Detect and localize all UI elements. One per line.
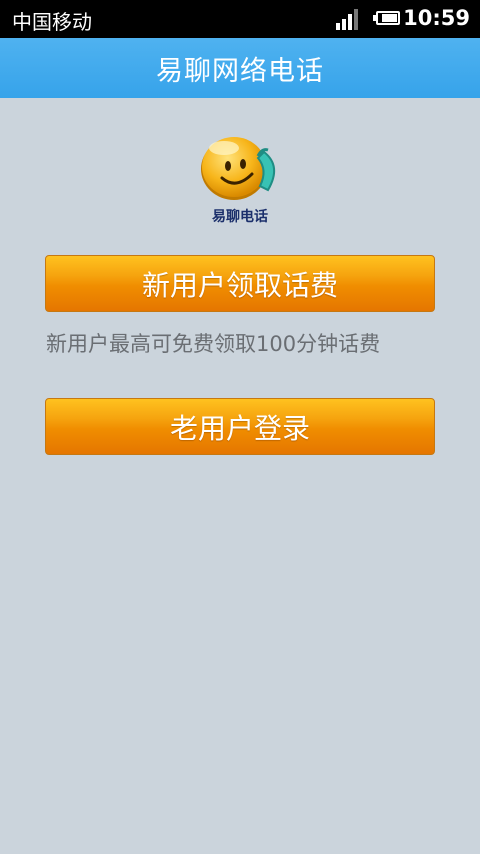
status-bar: 中国移动 10:59 [0, 0, 480, 38]
smiley-phone-logo-icon [201, 137, 275, 200]
new-user-claim-button[interactable]: 新用户领取话费 [45, 255, 435, 312]
page-title: 易聊网络电话 [156, 55, 324, 87]
title-bar: 易聊网络电话 [0, 38, 480, 98]
clock: 10:59 [403, 6, 470, 30]
logo-text: 易聊电话 [212, 209, 268, 225]
battery-icon [373, 11, 403, 27]
carrier-name: 中国移动 [12, 10, 92, 34]
new-user-hint: 新用户最高可免费领取100分钟话费 [46, 332, 381, 356]
signal-icon [336, 8, 362, 30]
app-logo: 易聊电话 [198, 132, 288, 225]
old-user-login-button[interactable]: 老用户登录 [45, 398, 435, 455]
